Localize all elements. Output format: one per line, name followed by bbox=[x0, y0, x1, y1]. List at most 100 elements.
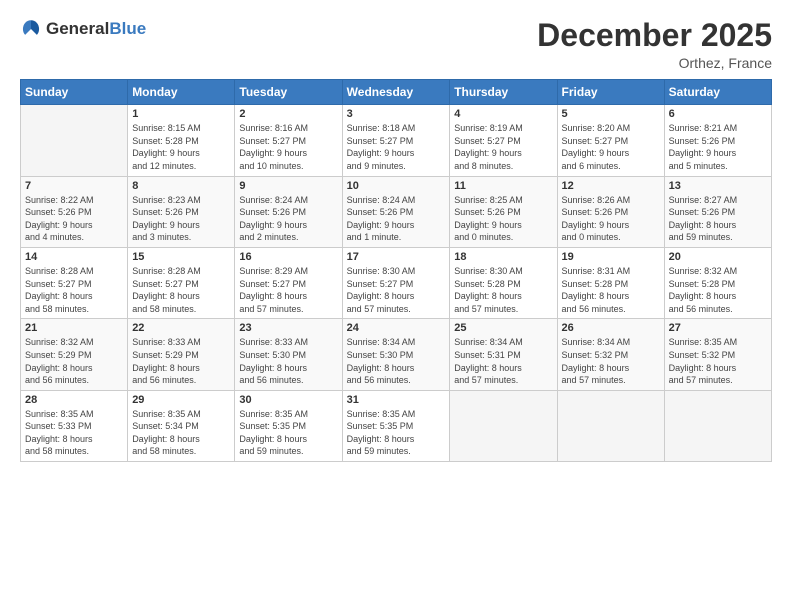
day-info: Sunrise: 8:23 AMSunset: 5:26 PMDaylight:… bbox=[132, 194, 230, 244]
day-number: 1 bbox=[132, 108, 230, 120]
day-number: 5 bbox=[562, 108, 660, 120]
calendar-cell: 18Sunrise: 8:30 AMSunset: 5:28 PMDayligh… bbox=[450, 247, 557, 318]
day-number: 24 bbox=[347, 322, 446, 334]
day-info: Sunrise: 8:18 AMSunset: 5:27 PMDaylight:… bbox=[347, 122, 446, 172]
day-info: Sunrise: 8:28 AMSunset: 5:27 PMDaylight:… bbox=[25, 265, 123, 315]
day-number: 16 bbox=[239, 251, 337, 263]
day-number: 21 bbox=[25, 322, 123, 334]
calendar-week-5: 28 Sunrise: 8:35 AMSunset: 5:33 PMDayligh… bbox=[21, 390, 772, 461]
location: Orthez, France bbox=[537, 55, 772, 71]
day-number: 14 bbox=[25, 251, 123, 263]
calendar-cell: 11 Sunrise: 8:25 AMSunset: 5:26 PMDayligh… bbox=[450, 176, 557, 247]
calendar-week-4: 21Sunrise: 8:32 AMSunset: 5:29 PMDayligh… bbox=[21, 319, 772, 390]
day-info: Sunrise: 8:33 AMSunset: 5:29 PMDaylight:… bbox=[132, 336, 230, 386]
day-info: Sunrise: 8:35 AMSunset: 5:34 PMDaylight:… bbox=[132, 408, 230, 458]
day-number: 7 bbox=[25, 180, 123, 192]
day-info: Sunrise: 8:21 AMSunset: 5:26 PMDaylight:… bbox=[669, 122, 767, 172]
day-number: 3 bbox=[347, 108, 446, 120]
day-info: Sunrise: 8:35 AMSunset: 5:33 PMDaylight:… bbox=[25, 408, 123, 458]
day-number: 13 bbox=[669, 180, 767, 192]
day-number: 29 bbox=[132, 394, 230, 406]
day-info: Sunrise: 8:26 AMSunset: 5:26 PMDaylight:… bbox=[562, 194, 660, 244]
day-number: 23 bbox=[239, 322, 337, 334]
calendar-cell: 23 Sunrise: 8:33 AMSunset: 5:30 PMDayligh… bbox=[235, 319, 342, 390]
col-wednesday: Wednesday bbox=[342, 80, 450, 105]
day-info: Sunrise: 8:15 AMSunset: 5:28 PMDaylight:… bbox=[132, 122, 230, 172]
calendar-cell: 16Sunrise: 8:29 AMSunset: 5:27 PMDayligh… bbox=[235, 247, 342, 318]
calendar-week-1: 1 Sunrise: 8:15 AMSunset: 5:28 PMDaylight… bbox=[21, 105, 772, 176]
day-number: 8 bbox=[132, 180, 230, 192]
calendar-cell: 9 Sunrise: 8:24 AMSunset: 5:26 PMDaylight… bbox=[235, 176, 342, 247]
calendar-cell: 28 Sunrise: 8:35 AMSunset: 5:33 PMDayligh… bbox=[21, 390, 128, 461]
col-sunday: Sunday bbox=[21, 80, 128, 105]
day-info: Sunrise: 8:33 AMSunset: 5:30 PMDaylight:… bbox=[239, 336, 337, 386]
day-number: 30 bbox=[239, 394, 337, 406]
day-number: 28 bbox=[25, 394, 123, 406]
day-number: 9 bbox=[239, 180, 337, 192]
calendar-cell: 19Sunrise: 8:31 AMSunset: 5:28 PMDayligh… bbox=[557, 247, 664, 318]
calendar-cell: 25 Sunrise: 8:34 AMSunset: 5:31 PMDayligh… bbox=[450, 319, 557, 390]
calendar-cell: 15Sunrise: 8:28 AMSunset: 5:27 PMDayligh… bbox=[128, 247, 235, 318]
calendar-cell: 26 Sunrise: 8:34 AMSunset: 5:32 PMDayligh… bbox=[557, 319, 664, 390]
calendar-cell: 14 Sunrise: 8:28 AMSunset: 5:27 PMDayligh… bbox=[21, 247, 128, 318]
day-info: Sunrise: 8:27 AMSunset: 5:26 PMDaylight:… bbox=[669, 194, 767, 244]
calendar-cell bbox=[21, 105, 128, 176]
day-info: Sunrise: 8:34 AMSunset: 5:31 PMDaylight:… bbox=[454, 336, 552, 386]
day-info: Sunrise: 8:24 AMSunset: 5:26 PMDaylight:… bbox=[239, 194, 337, 244]
calendar-cell: 24 Sunrise: 8:34 AMSunset: 5:30 PMDayligh… bbox=[342, 319, 450, 390]
day-info: Sunrise: 8:24 AMSunset: 5:26 PMDaylight:… bbox=[347, 194, 446, 244]
day-info: Sunrise: 8:22 AMSunset: 5:26 PMDaylight:… bbox=[25, 194, 123, 244]
calendar-cell: 21Sunrise: 8:32 AMSunset: 5:29 PMDayligh… bbox=[21, 319, 128, 390]
day-number: 2 bbox=[239, 108, 337, 120]
calendar-cell: 13 Sunrise: 8:27 AMSunset: 5:26 PMDayligh… bbox=[664, 176, 771, 247]
calendar-cell: 3 Sunrise: 8:18 AMSunset: 5:27 PMDaylight… bbox=[342, 105, 450, 176]
calendar-cell: 30 Sunrise: 8:35 AMSunset: 5:35 PMDayligh… bbox=[235, 390, 342, 461]
calendar-week-2: 7 Sunrise: 8:22 AMSunset: 5:26 PMDaylight… bbox=[21, 176, 772, 247]
calendar-cell: 2 Sunrise: 8:16 AMSunset: 5:27 PMDaylight… bbox=[235, 105, 342, 176]
day-number: 26 bbox=[562, 322, 660, 334]
header: GeneralBlue December 2025 Orthez, France bbox=[20, 18, 772, 71]
calendar-cell: 31Sunrise: 8:35 AMSunset: 5:35 PMDayligh… bbox=[342, 390, 450, 461]
calendar-cell bbox=[664, 390, 771, 461]
calendar-cell: 7 Sunrise: 8:22 AMSunset: 5:26 PMDaylight… bbox=[21, 176, 128, 247]
day-number: 18 bbox=[454, 251, 552, 263]
calendar: Sunday Monday Tuesday Wednesday Thursday… bbox=[20, 79, 772, 462]
day-number: 27 bbox=[669, 322, 767, 334]
day-info: Sunrise: 8:19 AMSunset: 5:27 PMDaylight:… bbox=[454, 122, 552, 172]
day-number: 4 bbox=[454, 108, 552, 120]
page: GeneralBlue December 2025 Orthez, France… bbox=[0, 0, 792, 612]
logo: GeneralBlue bbox=[20, 18, 146, 40]
day-info: Sunrise: 8:34 AMSunset: 5:30 PMDaylight:… bbox=[347, 336, 446, 386]
day-info: Sunrise: 8:25 AMSunset: 5:26 PMDaylight:… bbox=[454, 194, 552, 244]
calendar-cell: 6 Sunrise: 8:21 AMSunset: 5:26 PMDaylight… bbox=[664, 105, 771, 176]
calendar-cell bbox=[557, 390, 664, 461]
day-info: Sunrise: 8:35 AMSunset: 5:35 PMDaylight:… bbox=[239, 408, 337, 458]
col-thursday: Thursday bbox=[450, 80, 557, 105]
col-tuesday: Tuesday bbox=[235, 80, 342, 105]
calendar-cell: 27Sunrise: 8:35 AMSunset: 5:32 PMDayligh… bbox=[664, 319, 771, 390]
day-number: 6 bbox=[669, 108, 767, 120]
calendar-cell: 12Sunrise: 8:26 AMSunset: 5:26 PMDayligh… bbox=[557, 176, 664, 247]
day-number: 25 bbox=[454, 322, 552, 334]
calendar-week-3: 14 Sunrise: 8:28 AMSunset: 5:27 PMDayligh… bbox=[21, 247, 772, 318]
day-info: Sunrise: 8:34 AMSunset: 5:32 PMDaylight:… bbox=[562, 336, 660, 386]
calendar-cell: 22Sunrise: 8:33 AMSunset: 5:29 PMDayligh… bbox=[128, 319, 235, 390]
day-info: Sunrise: 8:32 AMSunset: 5:28 PMDaylight:… bbox=[669, 265, 767, 315]
col-monday: Monday bbox=[128, 80, 235, 105]
day-number: 10 bbox=[347, 180, 446, 192]
weekday-header-row: Sunday Monday Tuesday Wednesday Thursday… bbox=[21, 80, 772, 105]
calendar-cell: 4 Sunrise: 8:19 AMSunset: 5:27 PMDaylight… bbox=[450, 105, 557, 176]
day-number: 31 bbox=[347, 394, 446, 406]
calendar-cell: 1 Sunrise: 8:15 AMSunset: 5:28 PMDaylight… bbox=[128, 105, 235, 176]
day-number: 20 bbox=[669, 251, 767, 263]
day-info: Sunrise: 8:16 AMSunset: 5:27 PMDaylight:… bbox=[239, 122, 337, 172]
calendar-cell: 10 Sunrise: 8:24 AMSunset: 5:26 PMDayligh… bbox=[342, 176, 450, 247]
day-info: Sunrise: 8:28 AMSunset: 5:27 PMDaylight:… bbox=[132, 265, 230, 315]
col-saturday: Saturday bbox=[664, 80, 771, 105]
calendar-cell: 5Sunrise: 8:20 AMSunset: 5:27 PMDaylight… bbox=[557, 105, 664, 176]
calendar-cell: 29 Sunrise: 8:35 AMSunset: 5:34 PMDayligh… bbox=[128, 390, 235, 461]
logo-general: GeneralBlue bbox=[46, 20, 146, 39]
day-number: 19 bbox=[562, 251, 660, 263]
logo-icon bbox=[20, 18, 42, 40]
day-number: 11 bbox=[454, 180, 552, 192]
